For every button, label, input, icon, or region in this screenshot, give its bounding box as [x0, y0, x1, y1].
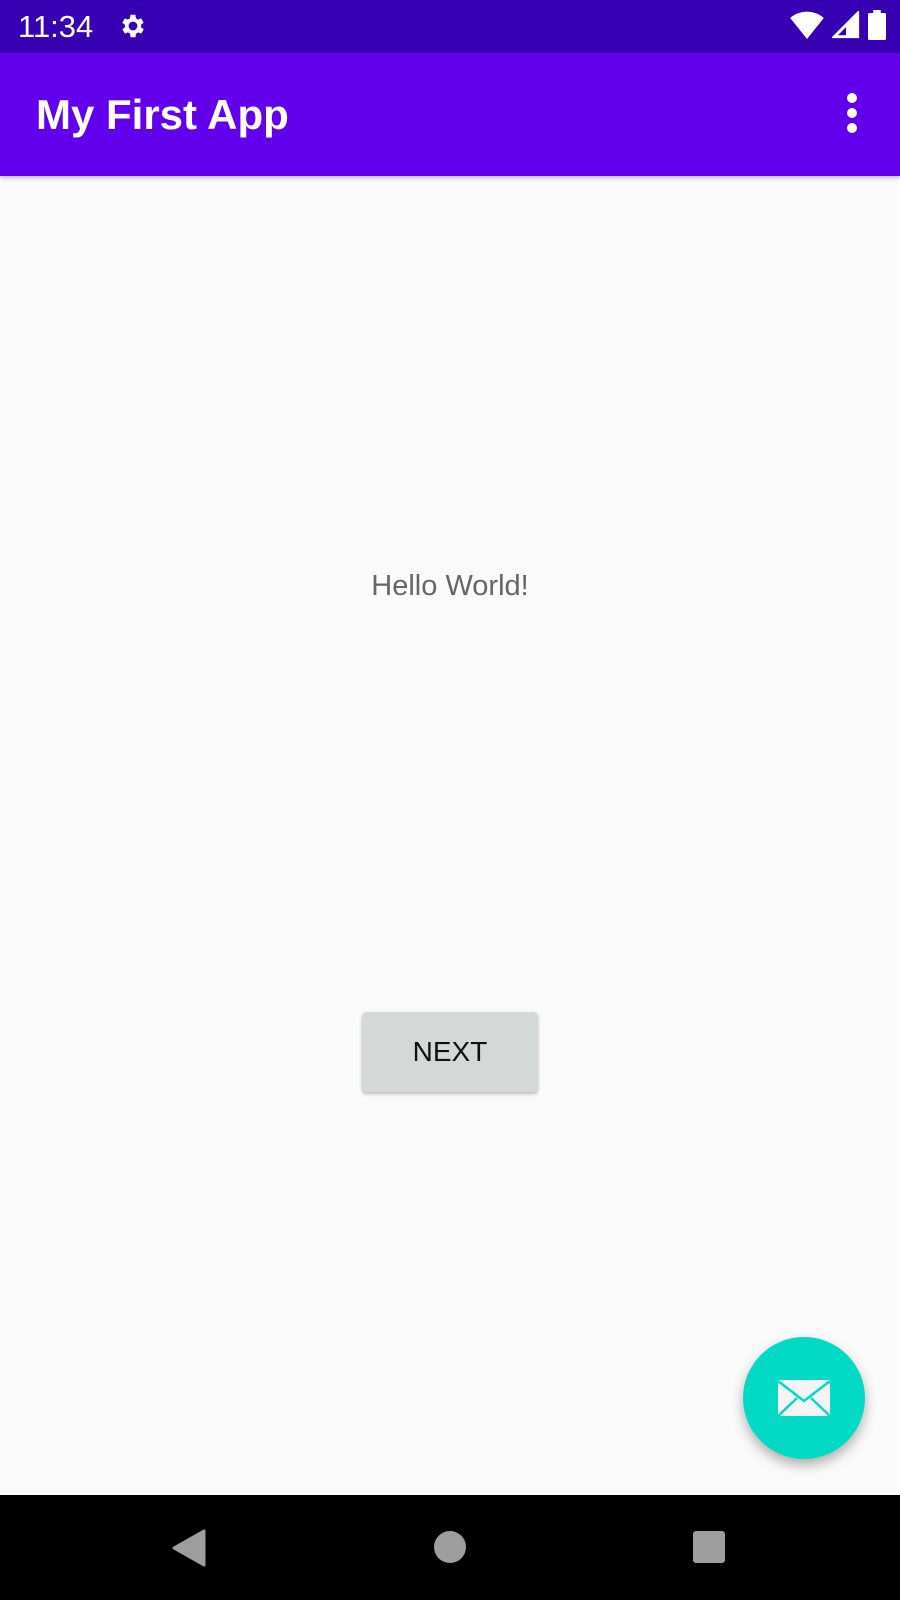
hello-text: Hello World! [371, 570, 529, 602]
status-bar: 11:34 [0, 0, 900, 53]
status-time: 11:34 [18, 9, 94, 44]
recents-icon[interactable] [693, 1531, 725, 1568]
email-icon [777, 1380, 831, 1417]
home-icon[interactable] [434, 1531, 466, 1568]
settings-gear-icon [122, 14, 144, 38]
email-fab-button[interactable] [743, 1337, 865, 1459]
overflow-menu-icon[interactable] [846, 93, 858, 133]
wifi-icon [790, 11, 824, 39]
back-icon[interactable] [172, 1529, 206, 1572]
cell-signal-icon [832, 11, 860, 39]
battery-icon [868, 10, 886, 40]
navigation-bar [0, 1495, 900, 1600]
next-button[interactable]: NEXT [362, 1012, 538, 1092]
app-bar: My First App [0, 53, 900, 176]
app-title: My First App [36, 91, 289, 138]
